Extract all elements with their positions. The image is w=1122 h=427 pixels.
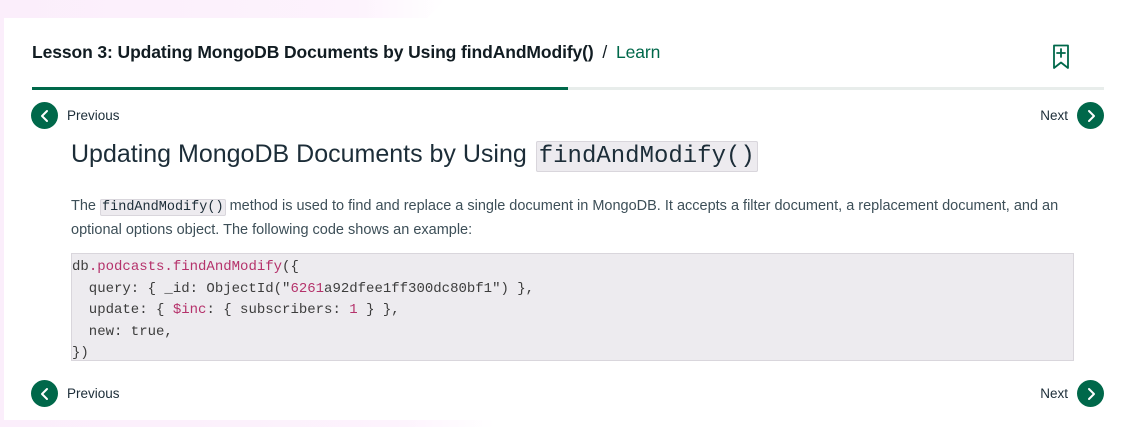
background-tint (0, 0, 445, 18)
paragraph-text: The (71, 198, 96, 214)
code-token: } }, (357, 302, 400, 318)
previous-button[interactable]: Previous (31, 102, 120, 129)
next-label: Next (1040, 386, 1068, 401)
code-token: query: { _id: ObjectId(" (72, 280, 291, 297)
lesson-header: Lesson 3: Updating MongoDB Documents by … (32, 40, 1104, 68)
background-tint (0, 0, 4, 427)
next-button[interactable]: Next (1040, 380, 1104, 407)
chevron-right-icon (1077, 380, 1104, 407)
previous-label: Previous (67, 108, 120, 123)
bottom-navigation: Previous Next (31, 380, 1104, 408)
chevron-left-icon (31, 102, 58, 129)
code-token: a92dfee1ff300dc80bf1") }, (324, 280, 535, 297)
code-token: $inc (172, 302, 207, 318)
bookmark-add-icon[interactable] (1052, 44, 1070, 70)
page-title-text: Updating MongoDB Documents by Using (71, 140, 527, 168)
code-token: ({ (282, 259, 299, 275)
background-tint (0, 420, 495, 427)
code-token: update: { (72, 302, 173, 318)
code-token: }) (72, 345, 89, 361)
code-token: db (72, 259, 89, 275)
previous-label: Previous (67, 386, 120, 401)
previous-button[interactable]: Previous (31, 380, 120, 407)
description-paragraph: The findAndModify() method is used to fi… (71, 195, 1071, 242)
next-button[interactable]: Next (1040, 102, 1104, 129)
lesson-breadcrumb: Lesson 3: Updating MongoDB Documents by … (32, 42, 660, 63)
code-line: update: { $inc: { subscribers: 1 } }, (72, 300, 1073, 322)
code-token: 1 (349, 302, 358, 318)
top-navigation: Previous Next (31, 102, 1104, 130)
chevron-right-icon (1077, 102, 1104, 129)
learn-link[interactable]: Learn (616, 42, 660, 62)
lesson-progress-bar (32, 87, 1104, 90)
code-token: .podcasts.findAndModify (88, 259, 283, 275)
chevron-left-icon (31, 380, 58, 407)
next-label: Next (1040, 108, 1068, 123)
inline-code: findAndModify() (100, 199, 226, 216)
breadcrumb-separator: / (602, 42, 608, 62)
code-token: : { subscribers: (206, 302, 350, 318)
code-token: 6261 (290, 280, 325, 297)
page-title-code: findAndModify() (535, 141, 758, 172)
code-line: query: { _id: ObjectId("6261a92dfee1ff30… (72, 279, 1073, 301)
lesson-title: Lesson 3: Updating MongoDB Documents by … (32, 42, 594, 62)
code-token: new: true, (72, 323, 173, 340)
page-title: Updating MongoDB Documents by Using find… (71, 140, 758, 172)
code-line: db.podcasts.findAndModify({ (72, 257, 1073, 279)
code-line: new: true, (72, 322, 1073, 344)
lesson-progress-fill (32, 87, 568, 90)
code-block[interactable]: db.podcasts.findAndModify({ query: { _id… (71, 253, 1074, 361)
code-line: }) (72, 343, 1073, 365)
